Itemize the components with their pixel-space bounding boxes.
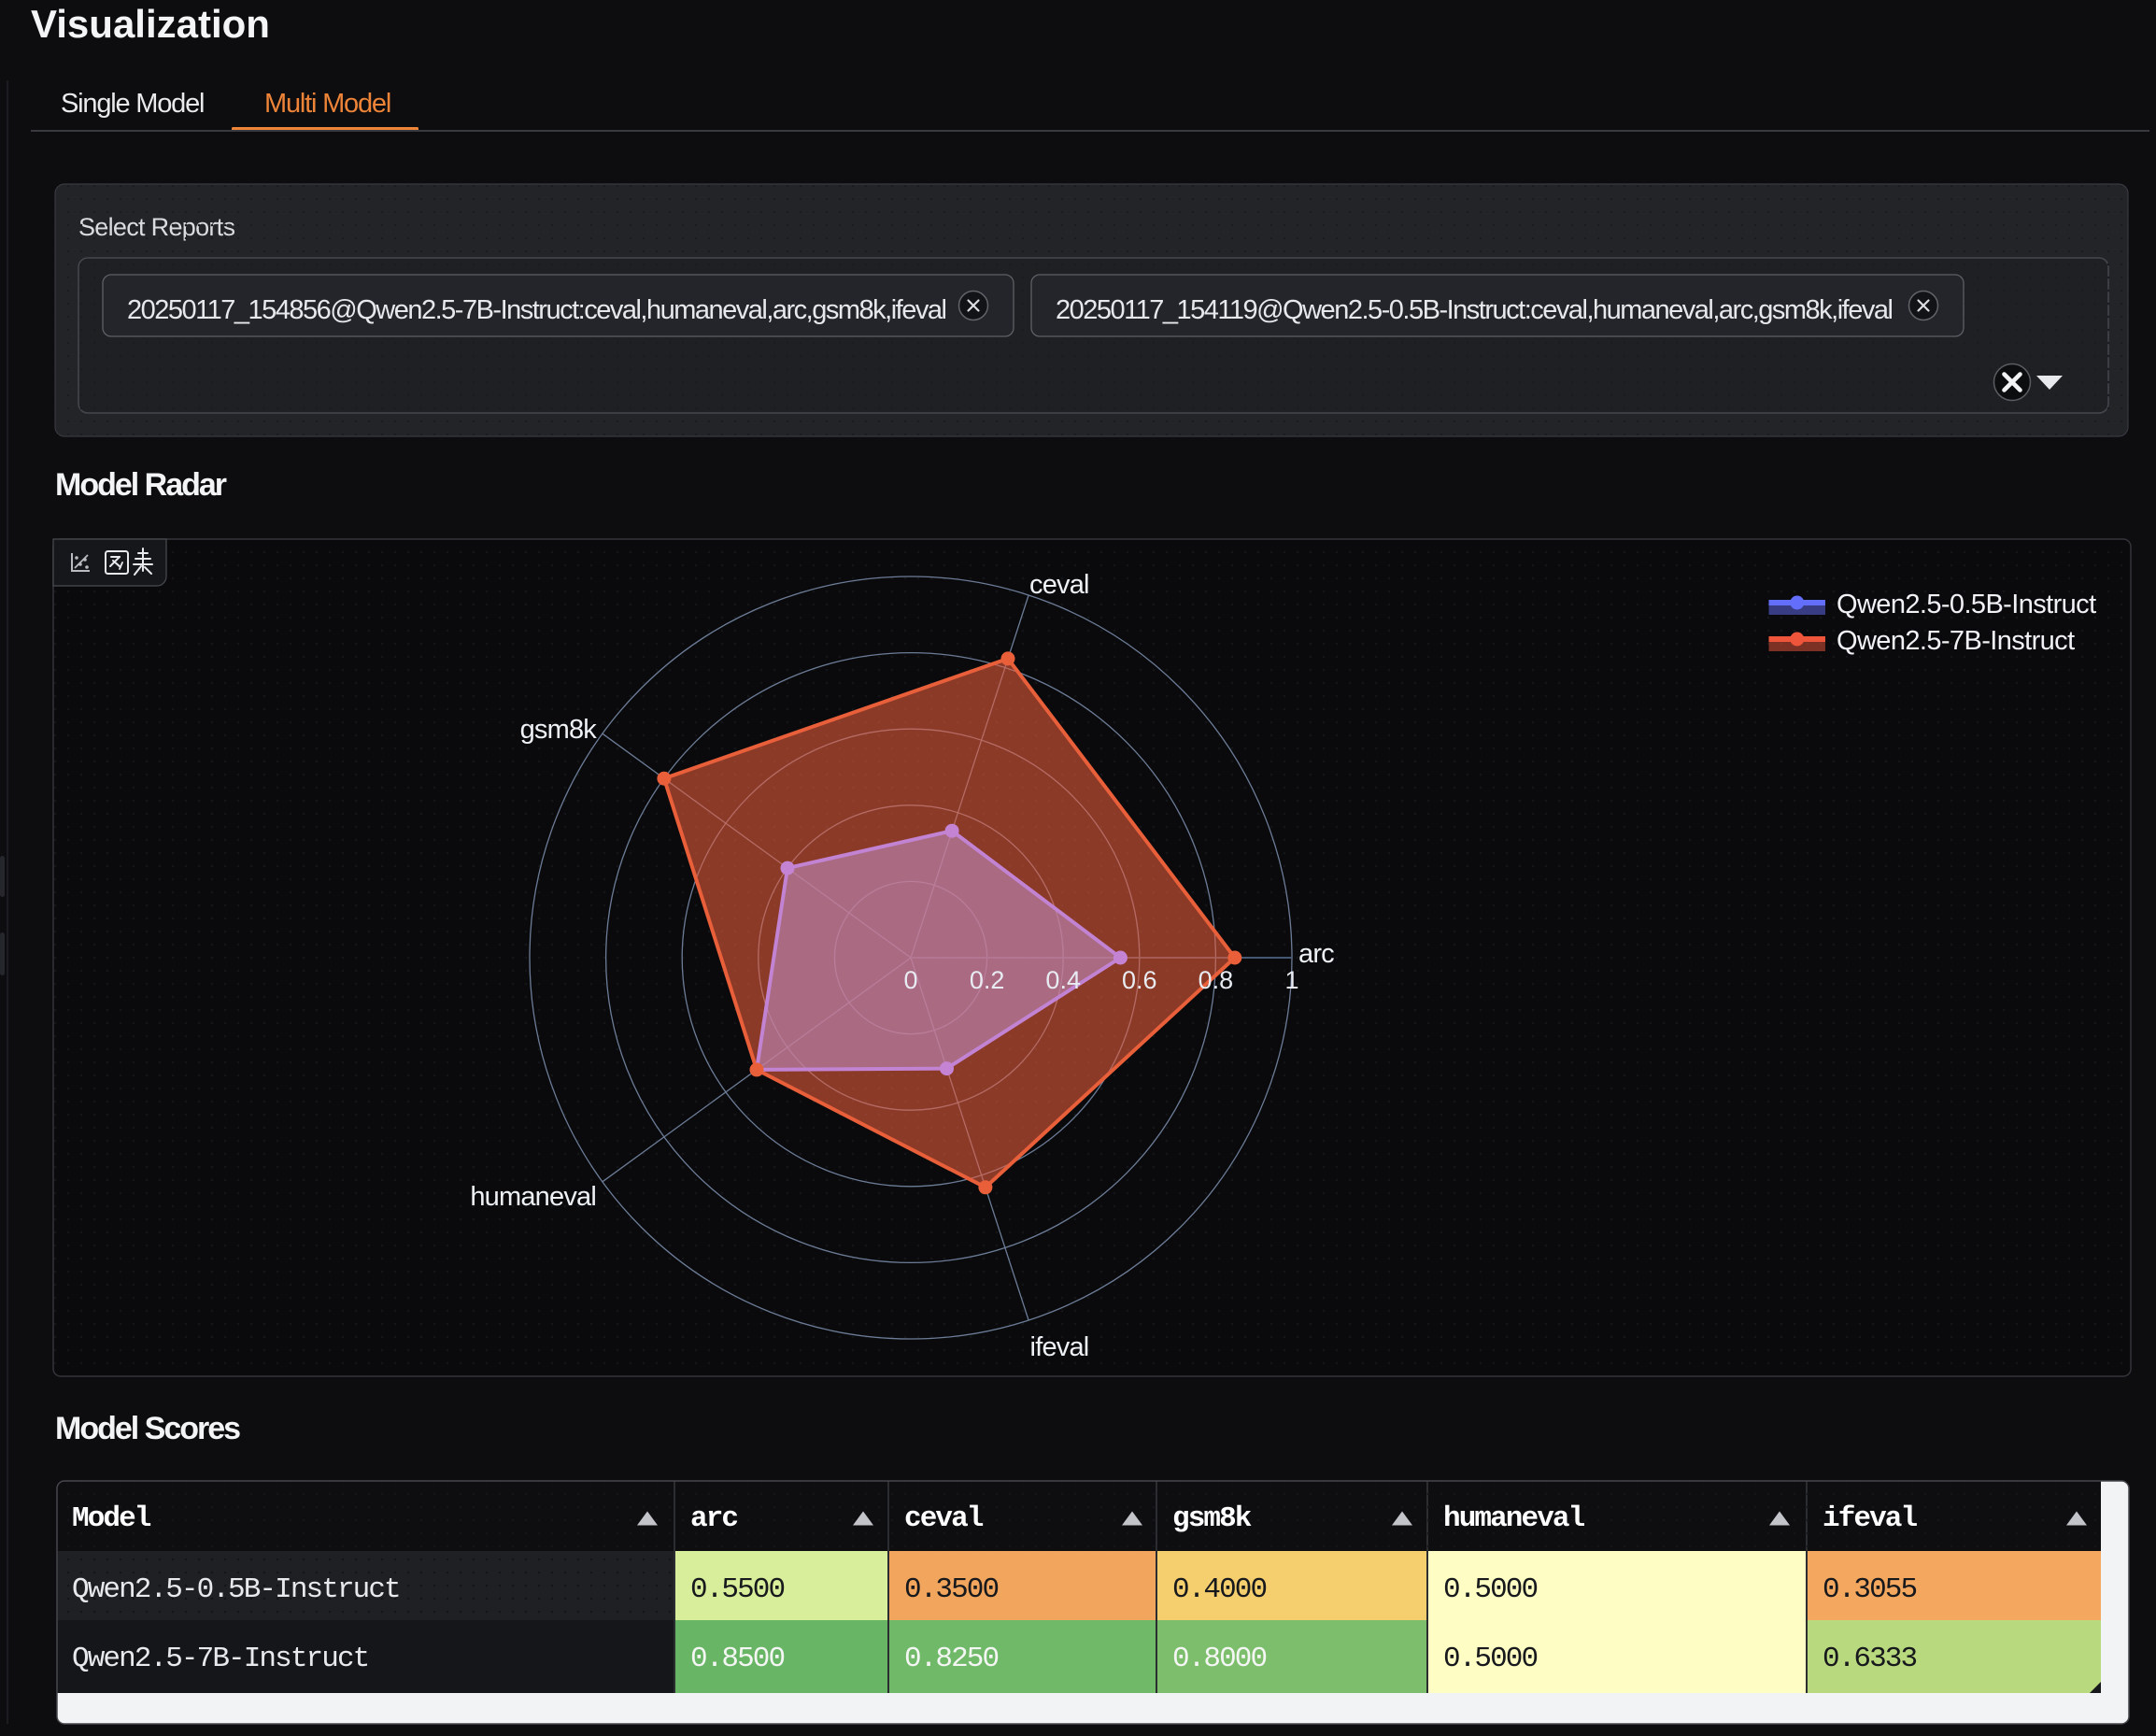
svg-text:0: 0 bbox=[903, 966, 917, 994]
svg-text:ifeval: ifeval bbox=[1030, 1332, 1089, 1362]
svg-text:gsm8k: gsm8k bbox=[1172, 1502, 1252, 1535]
svg-text:arc: arc bbox=[1298, 939, 1334, 969]
svg-text:ifeval: ifeval bbox=[1823, 1502, 1918, 1535]
svg-text:humaneval: humaneval bbox=[1443, 1502, 1585, 1535]
svg-text:0.4: 0.4 bbox=[1045, 966, 1081, 994]
svg-text:0.5000: 0.5000 bbox=[1443, 1643, 1538, 1675]
svg-text:0.5000: 0.5000 bbox=[1443, 1573, 1538, 1606]
svg-text:0.3500: 0.3500 bbox=[904, 1573, 999, 1606]
svg-text:Qwen2.5-7B-Instruct: Qwen2.5-7B-Instruct bbox=[72, 1643, 368, 1675]
svg-text:ceval: ceval bbox=[904, 1502, 984, 1535]
svg-text:humaneval: humaneval bbox=[470, 1182, 596, 1212]
svg-text:0.6333: 0.6333 bbox=[1823, 1643, 1917, 1675]
svg-text:0.8500: 0.8500 bbox=[690, 1643, 785, 1675]
svg-text:20250117_154119@Qwen2.5-0.5B-I: 20250117_154119@Qwen2.5-0.5B-Instruct:ce… bbox=[1056, 295, 1893, 325]
svg-text:0.3055: 0.3055 bbox=[1823, 1573, 1917, 1606]
svg-text:0.5500: 0.5500 bbox=[690, 1573, 785, 1606]
svg-text:0.8250: 0.8250 bbox=[904, 1643, 999, 1675]
svg-text:Model Scores: Model Scores bbox=[55, 1411, 240, 1446]
svg-text:Model: Model bbox=[72, 1502, 151, 1535]
svg-text:0.2: 0.2 bbox=[970, 966, 1005, 994]
svg-text:Model Radar: Model Radar bbox=[55, 467, 227, 503]
svg-text:1: 1 bbox=[1284, 966, 1298, 994]
svg-text:0.8000: 0.8000 bbox=[1172, 1643, 1267, 1675]
svg-text:Multi Model: Multi Model bbox=[264, 89, 390, 119]
svg-text:Visualization: Visualization bbox=[31, 2, 270, 46]
svg-text:Qwen2.5-7B-Instruct: Qwen2.5-7B-Instruct bbox=[1837, 626, 2075, 656]
svg-text:0.8: 0.8 bbox=[1199, 966, 1234, 994]
svg-text:Qwen2.5-0.5B-Instruct: Qwen2.5-0.5B-Instruct bbox=[72, 1573, 400, 1606]
svg-text:Qwen2.5-0.5B-Instruct: Qwen2.5-0.5B-Instruct bbox=[1837, 590, 2096, 619]
svg-text:0.6: 0.6 bbox=[1122, 966, 1157, 994]
svg-text:0.4000: 0.4000 bbox=[1172, 1573, 1267, 1606]
svg-text:20250117_154856@Qwen2.5-7B-Ins: 20250117_154856@Qwen2.5-7B-Instruct:ceva… bbox=[127, 295, 945, 325]
svg-text:arc: arc bbox=[690, 1502, 737, 1535]
svg-text:gsm8k: gsm8k bbox=[520, 715, 598, 745]
svg-text:Single Model: Single Model bbox=[61, 89, 204, 119]
svg-text:ceval: ceval bbox=[1029, 570, 1089, 600]
